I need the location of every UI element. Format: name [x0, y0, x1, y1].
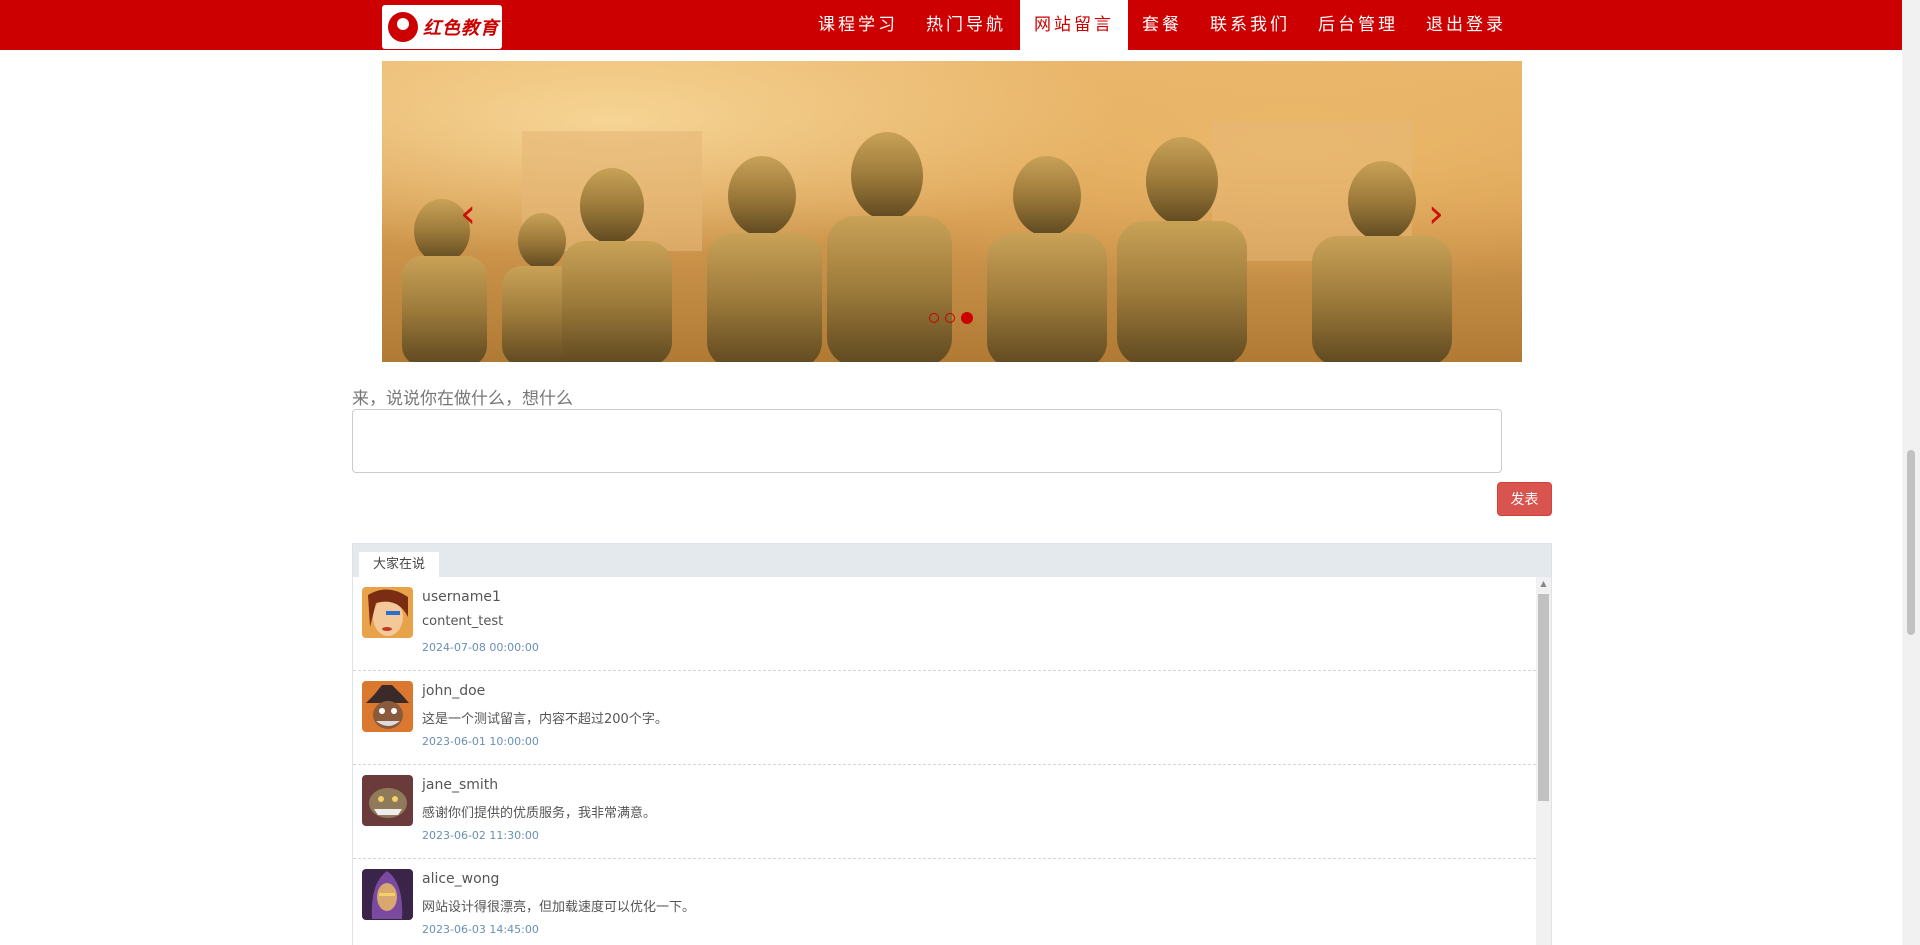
comment-content: 这是一个测试留言，内容不超过200个字。: [422, 712, 668, 727]
carousel-dot-1[interactable]: [929, 313, 939, 323]
comment-timestamp: 2023-06-02 11:30:00: [422, 829, 539, 842]
comment-item: username1 content_test 2024-07-08 00:00:…: [353, 577, 1536, 671]
comments-panel: 大家在说 username1 content_test 2024-07-08 0…: [352, 543, 1552, 945]
carousel-next-button[interactable]: ›: [1428, 191, 1444, 237]
nav-item-packages[interactable]: 套餐: [1128, 0, 1196, 50]
site-logo[interactable]: 红色教育: [382, 5, 502, 49]
comment-username: john_doe: [422, 683, 486, 699]
carousel-indicators: [929, 312, 973, 324]
comment-content: 感谢你们提供的优质服务，我非常满意。: [422, 806, 657, 821]
avatar: [362, 775, 413, 826]
banner-carousel: ‹ ›: [382, 61, 1522, 362]
comment-timestamp: 2024-07-08 00:00:00: [422, 641, 539, 654]
nav-item-logout[interactable]: 退出登录: [1412, 0, 1520, 50]
message-input[interactable]: [352, 409, 1502, 473]
comment-list-scrollbar[interactable]: ▲: [1536, 577, 1551, 945]
top-navbar: 红色教育 课程学习 热门导航 网站留言 套餐 联系我们 后台管理 退出登录: [0, 0, 1902, 50]
carousel-prev-button[interactable]: ‹: [460, 191, 476, 237]
avatar: [362, 681, 413, 732]
page: 红色教育 课程学习 热门导航 网站留言 套餐 联系我们 后台管理 退出登录 ‹ …: [0, 0, 1920, 945]
logo-emblem-icon: [388, 12, 418, 42]
comment-list-scroll-thumb[interactable]: [1538, 594, 1549, 801]
comment-item: john_doe 这是一个测试留言，内容不超过200个字。 2023-06-01…: [353, 671, 1536, 765]
comment-list: username1 content_test 2024-07-08 00:00:…: [353, 577, 1536, 945]
avatar: [362, 869, 413, 920]
page-scroll-thumb[interactable]: [1907, 450, 1915, 635]
carousel-dot-3[interactable]: [961, 312, 973, 324]
comments-panel-header: 大家在说: [353, 544, 1551, 577]
avatar: [362, 587, 413, 638]
nav-item-guestbook[interactable]: 网站留言: [1020, 0, 1128, 50]
nav-item-contact[interactable]: 联系我们: [1196, 0, 1304, 50]
comment-item: alice_wong 网站设计得很漂亮，但加载速度可以优化一下。 2023-06…: [353, 859, 1536, 945]
comment-item: jane_smith 感谢你们提供的优质服务，我非常满意。 2023-06-02…: [353, 765, 1536, 859]
comment-timestamp: 2023-06-03 14:45:00: [422, 923, 539, 936]
scroll-up-arrow-icon[interactable]: ▲: [1536, 577, 1551, 591]
post-button[interactable]: 发表: [1497, 482, 1552, 516]
comment-username: jane_smith: [422, 777, 499, 793]
tab-everyone-saying[interactable]: 大家在说: [359, 552, 440, 577]
comment-timestamp: 2023-06-01 10:00:00: [422, 735, 539, 748]
page-scrollbar[interactable]: [1902, 0, 1920, 945]
comment-username: alice_wong: [422, 871, 500, 887]
nav-item-admin[interactable]: 后台管理: [1304, 0, 1412, 50]
nav-item-courses[interactable]: 课程学习: [804, 0, 912, 50]
comment-content: 网站设计得很漂亮，但加载速度可以优化一下。: [422, 900, 696, 915]
comment-content: content_test: [422, 614, 504, 629]
compose-prompt: 来，说说你在做什么，想什么: [352, 389, 573, 409]
nav-item-hot-navigation[interactable]: 热门导航: [912, 0, 1020, 50]
carousel-dot-2[interactable]: [945, 313, 955, 323]
logo-text: 红色教育: [423, 18, 499, 39]
comment-username: username1: [422, 589, 501, 605]
nav-menu: 课程学习 热门导航 网站留言 套餐 联系我们 后台管理 退出登录: [804, 0, 1520, 50]
